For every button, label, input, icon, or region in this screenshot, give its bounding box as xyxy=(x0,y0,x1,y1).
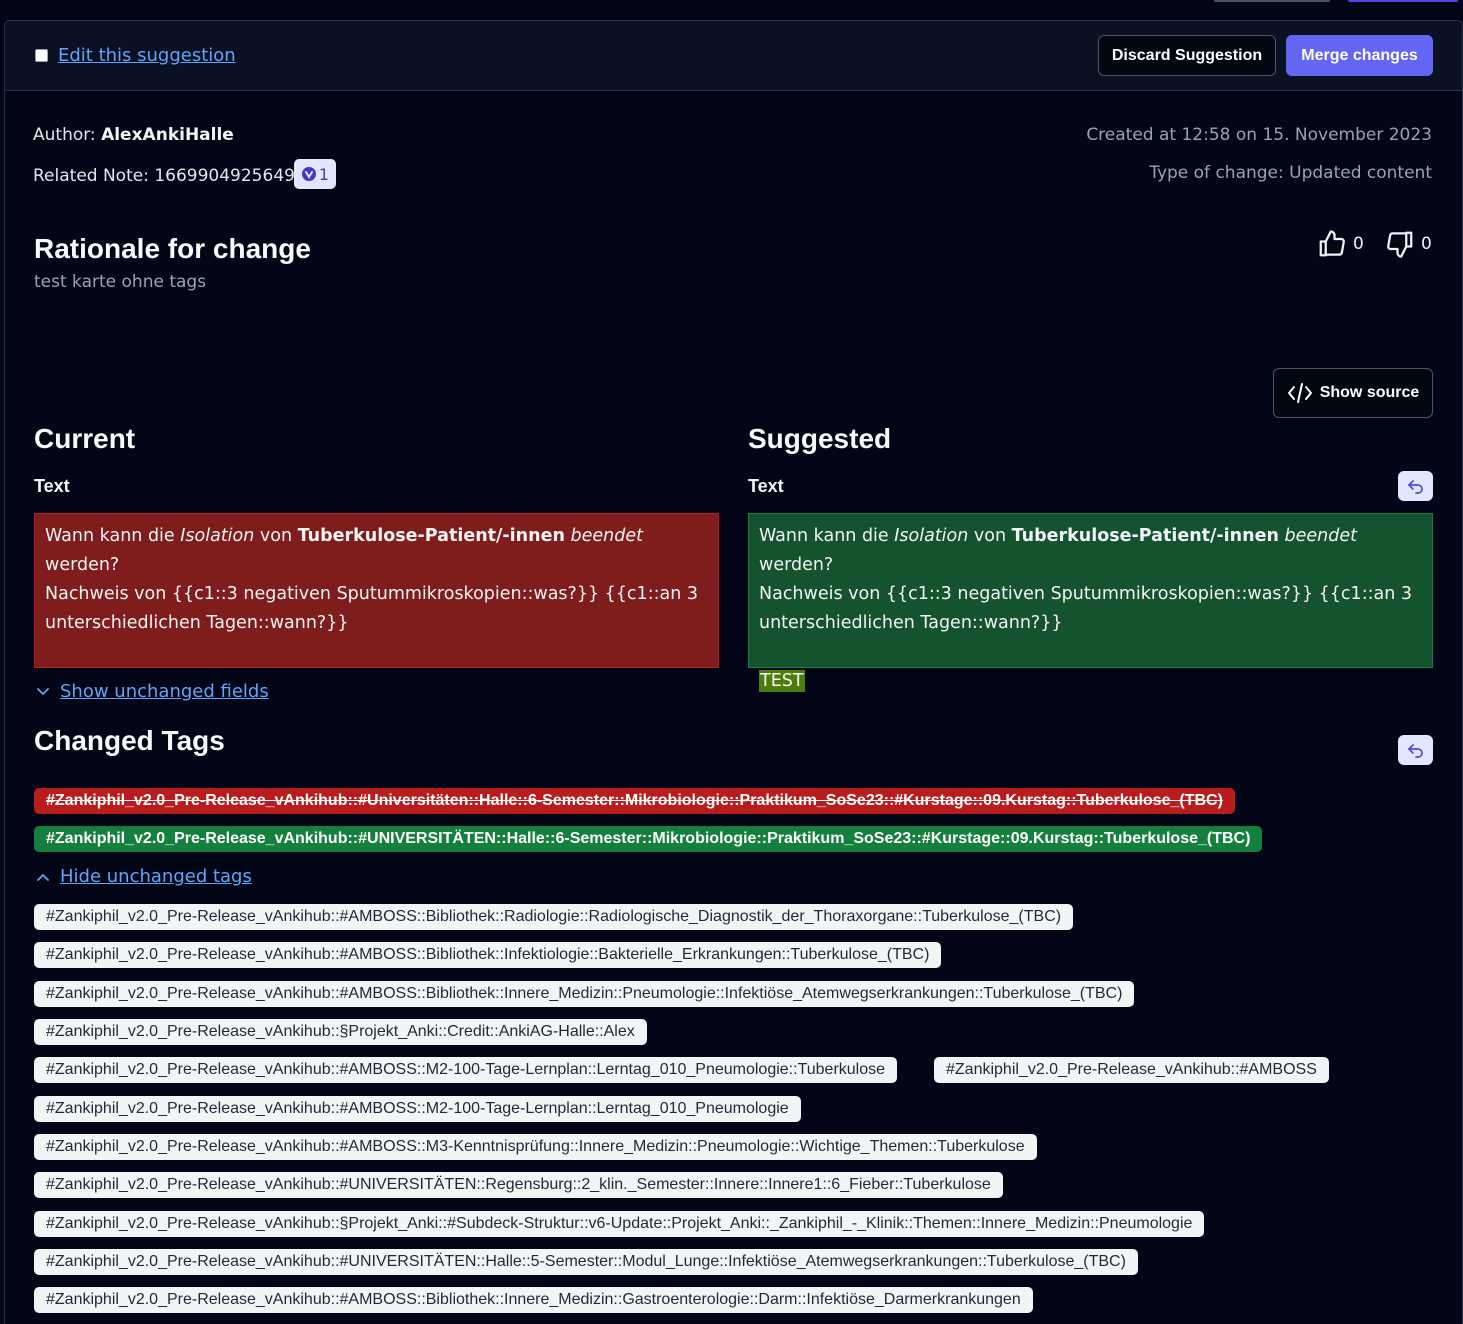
text-run-italic: beendet xyxy=(1284,526,1357,546)
note-version-badge[interactable]: 1 xyxy=(294,159,336,189)
undo-icon xyxy=(1407,480,1423,494)
author-name: AlexAnkiHalle xyxy=(101,125,234,145)
show-unchanged-fields-label[interactable]: Show unchanged fields xyxy=(60,681,269,702)
text-run-bold: Tuberkulose-Patient/-innen xyxy=(297,526,565,546)
type-of-change: Type of change: Updated content xyxy=(1149,163,1432,183)
unchanged-tag: #Zankiphil_v2.0_Pre-Release_vAnkihub::#A… xyxy=(34,1134,1037,1160)
unchanged-tag: #Zankiphil_v2.0_Pre-Release_vAnkihub::#A… xyxy=(34,904,1074,930)
edit-suggestion-link[interactable]: Edit this suggestion xyxy=(58,45,236,66)
text-run-italic: Isolation xyxy=(180,526,255,546)
unchanged-tag: #Zankiphil_v2.0_Pre-Release_vAnkihub::§P… xyxy=(34,1019,647,1045)
show-source-button[interactable]: Show source xyxy=(1273,368,1433,418)
show-source-label: Show source xyxy=(1319,384,1420,401)
thumbs-up-icon xyxy=(1319,230,1345,257)
thumbs-down-icon xyxy=(1387,231,1413,258)
text-run: Wann kann die xyxy=(759,526,895,546)
upvote-button[interactable]: 0 xyxy=(1317,229,1364,259)
upvote-count: 0 xyxy=(1353,234,1364,254)
discard-suggestion-button[interactable]: Discard Suggestion xyxy=(1098,35,1276,76)
merge-changes-button[interactable]: Merge changes xyxy=(1286,35,1433,76)
related-note-label: Related Note: xyxy=(33,166,149,186)
unchanged-tag: #Zankiphil_v2.0_Pre-Release_vAnkihub::#A… xyxy=(34,1287,1033,1313)
removed-tag: #Zankiphil_v2.0_Pre-Release_vAnkihub::#U… xyxy=(34,788,1235,814)
author-line: Author: AlexAnkiHalle xyxy=(33,125,234,145)
top-tab-secondary[interactable] xyxy=(1214,0,1330,2)
hide-unchanged-tags-toggle[interactable]: Hide unchanged tags xyxy=(36,866,252,887)
chevron-down-icon xyxy=(37,687,49,695)
unchanged-tag: #Zankiphil_v2.0_Pre-Release_vAnkihub::#A… xyxy=(34,1057,898,1083)
show-unchanged-fields-toggle[interactable]: Show unchanged fields xyxy=(36,681,269,702)
unchanged-tag: #Zankiphil_v2.0_Pre-Release_vAnkihub::#U… xyxy=(34,1172,1003,1198)
downvote-button[interactable]: 0 xyxy=(1385,229,1432,259)
suggested-line-added: TEST xyxy=(759,667,1422,696)
changed-tags-title: Changed Tags xyxy=(34,725,225,756)
text-run-italic: Isolation xyxy=(894,526,969,546)
text-run: Wann kann die xyxy=(45,526,181,546)
text-run-italic: beendet xyxy=(570,526,643,546)
downvote-count: 0 xyxy=(1421,234,1432,254)
unchanged-tag: #Zankiphil_v2.0_Pre-Release_vAnkihub::#A… xyxy=(34,981,1135,1007)
suggestion-header: Edit this suggestion Discard Suggestion … xyxy=(5,21,1462,91)
suggested-field-content: Wann kann die Isolation von Tuberkulose-… xyxy=(748,513,1433,692)
current-line-2: Nachweis von {{c1::3 negativen Sputummik… xyxy=(45,584,698,633)
unchanged-tag: #Zankiphil_v2.0_Pre-Release_vAnkihub::#A… xyxy=(34,942,942,968)
author-label: Author: xyxy=(33,125,96,145)
code-icon xyxy=(1287,383,1312,403)
unchanged-tag: #Zankiphil_v2.0_Pre-Release_vAnkihub::§P… xyxy=(34,1211,1205,1237)
ankihub-icon xyxy=(301,167,316,181)
text-run: von xyxy=(968,526,1012,546)
suggested-line-2: Nachweis von {{c1::3 negativen Sputummik… xyxy=(759,584,1412,633)
suggested-field-label: Text xyxy=(748,476,784,496)
added-tag: #Zankiphil_v2.0_Pre-Release_vAnkihub::#U… xyxy=(34,826,1263,852)
current-title: Current xyxy=(34,423,136,454)
added-text-highlight: TEST xyxy=(759,670,805,692)
top-strip xyxy=(0,0,1463,20)
current-field-label: Text xyxy=(34,476,70,496)
chevron-up-icon xyxy=(37,873,49,881)
unchanged-tag: #Zankiphil_v2.0_Pre-Release_vAnkihub::#A… xyxy=(934,1057,1329,1083)
unchanged-tag: #Zankiphil_v2.0_Pre-Release_vAnkihub::#U… xyxy=(34,1249,1138,1275)
text-run: von xyxy=(254,526,298,546)
suggested-title: Suggested xyxy=(748,423,892,454)
text-run: werden? xyxy=(759,555,834,575)
suggestion-card: Edit this suggestion Discard Suggestion … xyxy=(4,20,1463,1324)
hide-unchanged-tags-label[interactable]: Hide unchanged tags xyxy=(60,866,252,887)
edit-suggestion-checkbox[interactable] xyxy=(35,49,48,62)
undo-icon xyxy=(1407,744,1423,758)
current-field-content: Wann kann die Isolation von Tuberkulose-… xyxy=(34,513,719,668)
related-note-line: Related Note: 1669904925649 xyxy=(33,166,295,186)
related-note-id: 1669904925649 xyxy=(154,166,295,186)
text-run-bold: Tuberkulose-Patient/-innen xyxy=(1011,526,1279,546)
unchanged-tag: #Zankiphil_v2.0_Pre-Release_vAnkihub::#A… xyxy=(34,1096,801,1122)
rationale-title: Rationale for change xyxy=(34,233,311,264)
revert-field-button[interactable] xyxy=(1398,471,1433,501)
suggested-line-1: Wann kann die Isolation von Tuberkulose-… xyxy=(759,522,1422,580)
current-line-1: Wann kann die Isolation von Tuberkulose-… xyxy=(45,522,708,580)
badge-count: 1 xyxy=(318,164,330,184)
top-tab-primary[interactable] xyxy=(1348,0,1458,2)
revert-tags-button[interactable] xyxy=(1398,735,1433,765)
rationale-text: test karte ohne tags xyxy=(34,272,207,292)
text-run: werden? xyxy=(45,555,120,575)
created-at: Created at 12:58 on 15. November 2023 xyxy=(1086,125,1432,145)
